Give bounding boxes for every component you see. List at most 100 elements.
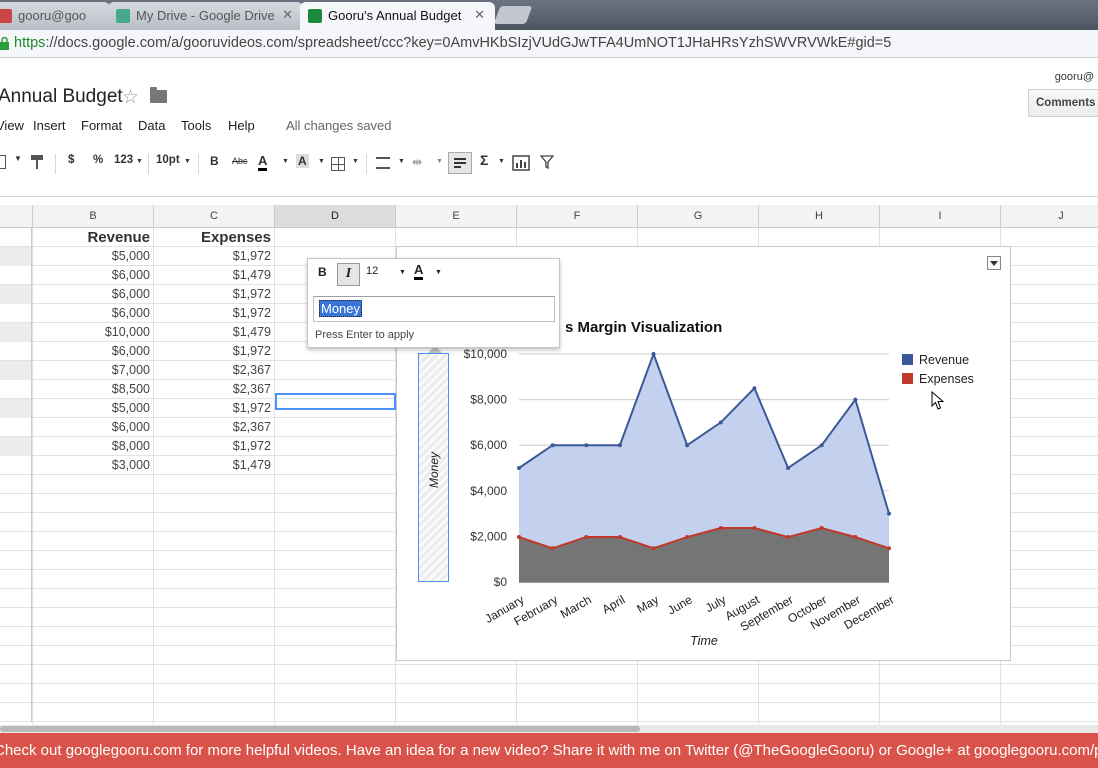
row-header[interactable] [0,589,32,608]
revenue-cell[interactable]: $6,000 [33,342,154,361]
column-header-h[interactable]: H [759,205,880,228]
header-cell-revenue[interactable]: Revenue [33,228,154,247]
row-header[interactable] [0,285,32,304]
revenue-cell[interactable]: $7,000 [33,361,154,380]
row-header[interactable] [0,551,32,570]
chevron-down-icon[interactable]: ▼ [498,158,505,165]
row-header[interactable] [0,247,32,266]
row-header[interactable] [0,323,32,342]
expenses-cell[interactable]: $2,367 [154,380,275,399]
revenue-cell[interactable]: $6,000 [33,285,154,304]
chevron-down-icon[interactable]: ▼ [184,158,191,165]
expenses-cell[interactable]: $1,972 [154,399,275,418]
row-header[interactable] [0,608,32,627]
wrap-text-button[interactable] [448,152,472,174]
folder-icon[interactable] [150,87,167,103]
row-header[interactable] [0,665,32,684]
row-header[interactable] [0,342,32,361]
tab-annual-budget[interactable]: Gooru's Annual Budget ✕ [300,2,495,30]
italic-button[interactable]: I [337,263,360,286]
axis-title-input[interactable]: Money [313,296,555,322]
expenses-cell[interactable]: $2,367 [154,361,275,380]
chevron-down-icon[interactable]: ▼ [436,158,443,165]
row-header[interactable] [0,266,32,285]
chevron-down-icon[interactable]: ▼ [435,269,442,276]
tab-google-drive[interactable]: My Drive - Google Drive ✕ [108,2,303,30]
strikethrough-button[interactable]: Abc [232,156,248,166]
column-header-c[interactable]: C [154,205,275,228]
column-header-d[interactable]: D [275,205,396,228]
revenue-cell[interactable]: $3,000 [33,456,154,475]
expenses-cell[interactable]: $1,972 [154,247,275,266]
row-header[interactable] [0,380,32,399]
expenses-cell[interactable]: $1,972 [154,342,275,361]
document-title[interactable]: Annual Budget [0,86,123,108]
row-header[interactable] [0,570,32,589]
menu-help[interactable]: Help [228,118,255,133]
expenses-cell[interactable]: $1,479 [154,323,275,342]
chevron-down-icon[interactable]: ▼ [352,158,359,165]
revenue-cell[interactable]: $6,000 [33,418,154,437]
expenses-cell[interactable]: $1,972 [154,437,275,456]
column-header-j[interactable]: J [1001,205,1098,228]
column-header-b[interactable]: B [33,205,154,228]
expenses-cell[interactable]: $1,972 [154,304,275,323]
menu-insert[interactable]: Insert [33,118,66,133]
column-header-f[interactable]: F [517,205,638,228]
close-icon[interactable]: ✕ [474,7,485,23]
paste-icon[interactable] [0,155,6,169]
font-size-select[interactable]: 12 [366,265,378,277]
row-header[interactable] [0,475,32,494]
chevron-down-icon[interactable]: ▼ [398,158,405,165]
scrollbar-thumb[interactable] [0,726,640,732]
chevron-down-icon[interactable]: ▼ [282,158,289,165]
expenses-cell[interactable]: $1,479 [154,456,275,475]
row-header[interactable] [0,228,32,247]
row-header[interactable] [0,627,32,646]
expenses-cell[interactable]: $2,367 [154,418,275,437]
header-cell-expenses[interactable]: Expenses [154,228,275,247]
chevron-down-icon[interactable]: ▼ [14,154,22,163]
row-header[interactable] [0,456,32,475]
text-color-button[interactable]: A [258,154,268,171]
merge-cells-icon[interactable]: ⇹ [412,155,422,169]
row-header[interactable] [0,399,32,418]
menu-data[interactable]: Data [138,118,165,133]
new-tab-button[interactable] [493,6,533,24]
star-icon[interactable]: ☆ [122,86,139,109]
percent-format-button[interactable]: % [93,154,103,166]
menu-view[interactable]: View [0,118,24,133]
expenses-cell[interactable]: $1,972 [154,285,275,304]
row-header[interactable] [0,494,32,513]
menu-tools[interactable]: Tools [181,118,211,133]
revenue-cell[interactable]: $8,500 [33,380,154,399]
currency-format-button[interactable]: $ [68,154,74,166]
url-text[interactable]: https://docs.google.com/a/gooruvideos.co… [14,35,891,51]
row-header[interactable] [0,418,32,437]
row-header[interactable] [0,684,32,703]
chevron-down-icon[interactable]: ▼ [136,158,143,165]
row-header[interactable] [0,513,32,532]
borders-icon[interactable] [331,157,345,171]
revenue-cell[interactable]: $5,000 [33,247,154,266]
column-header-g[interactable]: G [638,205,759,228]
bold-button[interactable]: B [318,265,327,279]
tab-gmail[interactable]: gooru@goo [0,2,110,30]
comments-button[interactable]: Comments [1028,89,1098,117]
revenue-cell[interactable]: $5,000 [33,399,154,418]
align-left-icon[interactable] [376,157,390,169]
filter-icon[interactable] [539,155,555,170]
bold-button[interactable]: B [210,154,219,168]
font-size-select[interactable]: 10pt [156,154,180,166]
menu-format[interactable]: Format [81,118,122,133]
column-header-i[interactable]: I [880,205,1001,228]
fill-color-button[interactable]: A [296,154,309,168]
number-format-button[interactable]: 123 [114,154,133,166]
row-header[interactable] [0,437,32,456]
row-header[interactable] [0,646,32,665]
insert-chart-icon[interactable] [512,155,530,171]
revenue-cell[interactable]: $10,000 [33,323,154,342]
row-header[interactable] [0,532,32,551]
address-bar[interactable]: https://docs.google.com/a/gooruvideos.co… [0,30,1098,58]
close-icon[interactable]: ✕ [282,7,293,23]
